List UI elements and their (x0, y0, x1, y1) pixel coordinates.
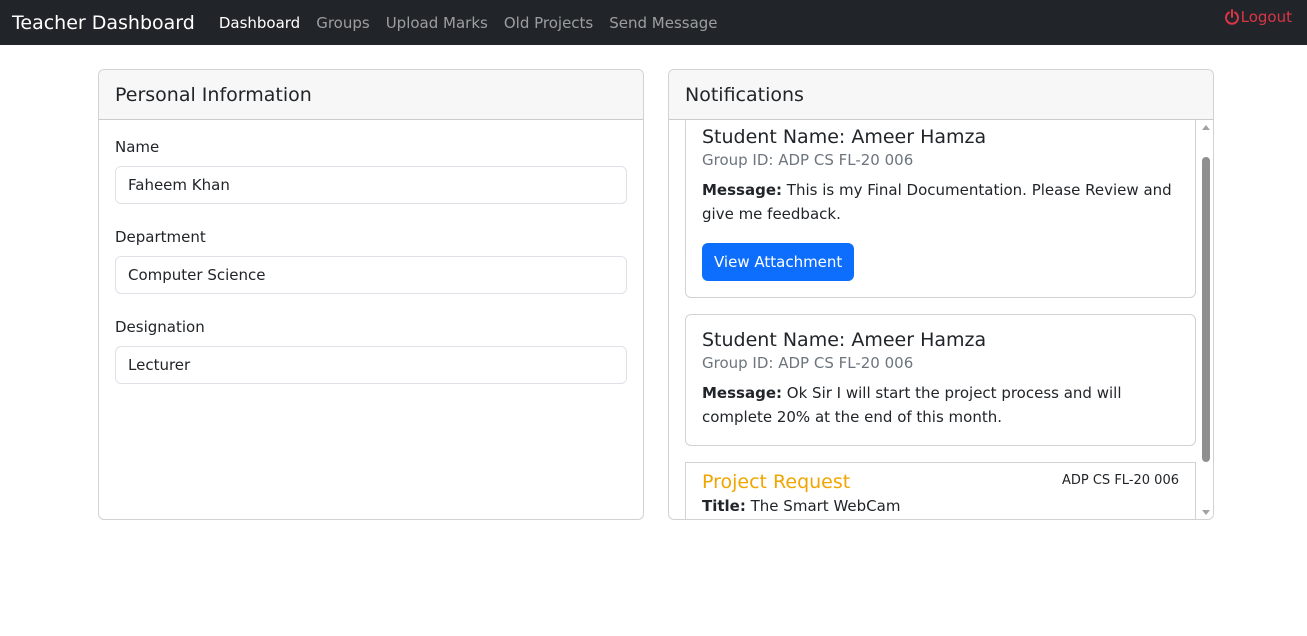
message-label: Message: (702, 181, 782, 199)
notifications-header: Notifications (669, 70, 1213, 120)
designation-field[interactable]: Lecturer (115, 346, 627, 384)
notification-item: Student Name: Ameer Hamza Group ID: ADP … (685, 120, 1196, 298)
notifications-card: Notifications Student Name: Ameer Hamza … (668, 69, 1214, 520)
project-title-value: The Smart WebCam (750, 497, 901, 515)
personal-info-body: Name Faheem Khan Department Computer Sci… (99, 120, 643, 424)
project-request-group: ADP CS FL-20 006 (1061, 473, 1179, 488)
project-request-title-line: Title: The Smart WebCam (702, 497, 1179, 515)
department-field[interactable]: Computer Science (115, 256, 627, 294)
student-name: Student Name: Ameer Hamza (702, 329, 987, 351)
notification-message: Message: Ok Sir I will start the project… (702, 381, 1179, 429)
message-label: Message: (702, 384, 782, 402)
logout-link[interactable]: Logout (1224, 8, 1292, 26)
nav-send-message[interactable]: Send Message (609, 14, 717, 32)
view-attachment-button[interactable]: View Attachment (702, 243, 855, 281)
group-id: Group ID: ADP CS FL-20 006 (702, 151, 914, 169)
notification-item: Student Name: Ameer Hamza Group ID: ADP … (685, 314, 1196, 446)
top-navbar: Teacher Dashboard Dashboard Groups Uploa… (0, 0, 1307, 45)
power-icon (1224, 9, 1239, 25)
designation-label: Designation (115, 318, 205, 336)
scroll-down-arrow-icon[interactable] (1202, 510, 1210, 515)
personal-info-header: Personal Information (99, 70, 643, 120)
notifications-scrollbar[interactable] (1199, 120, 1213, 519)
notification-message: Message: This is my Final Documentation.… (702, 178, 1179, 226)
name-label: Name (115, 138, 160, 156)
student-name: Student Name: Ameer Hamza (702, 126, 987, 148)
nav-old-projects[interactable]: Old Projects (504, 14, 593, 32)
nav-groups[interactable]: Groups (316, 14, 369, 32)
navbar-brand[interactable]: Teacher Dashboard (12, 12, 195, 34)
nav-upload-marks[interactable]: Upload Marks (386, 14, 488, 32)
personal-info-card: Personal Information Name Faheem Khan De… (98, 69, 644, 520)
project-request-item: Project Request ADP CS FL-20 006 Title: … (685, 462, 1196, 519)
scrollbar-thumb[interactable] (1202, 157, 1210, 462)
group-id: Group ID: ADP CS FL-20 006 (702, 354, 914, 372)
scroll-up-arrow-icon[interactable] (1202, 125, 1210, 130)
logout-label: Logout (1240, 8, 1292, 26)
nav-dashboard[interactable]: Dashboard (219, 14, 300, 32)
title-label: Title: (702, 497, 746, 515)
department-label: Department (115, 228, 206, 246)
name-field[interactable]: Faheem Khan (115, 166, 627, 204)
notifications-scroll-area[interactable]: Student Name: Ameer Hamza Group ID: ADP … (669, 120, 1212, 519)
